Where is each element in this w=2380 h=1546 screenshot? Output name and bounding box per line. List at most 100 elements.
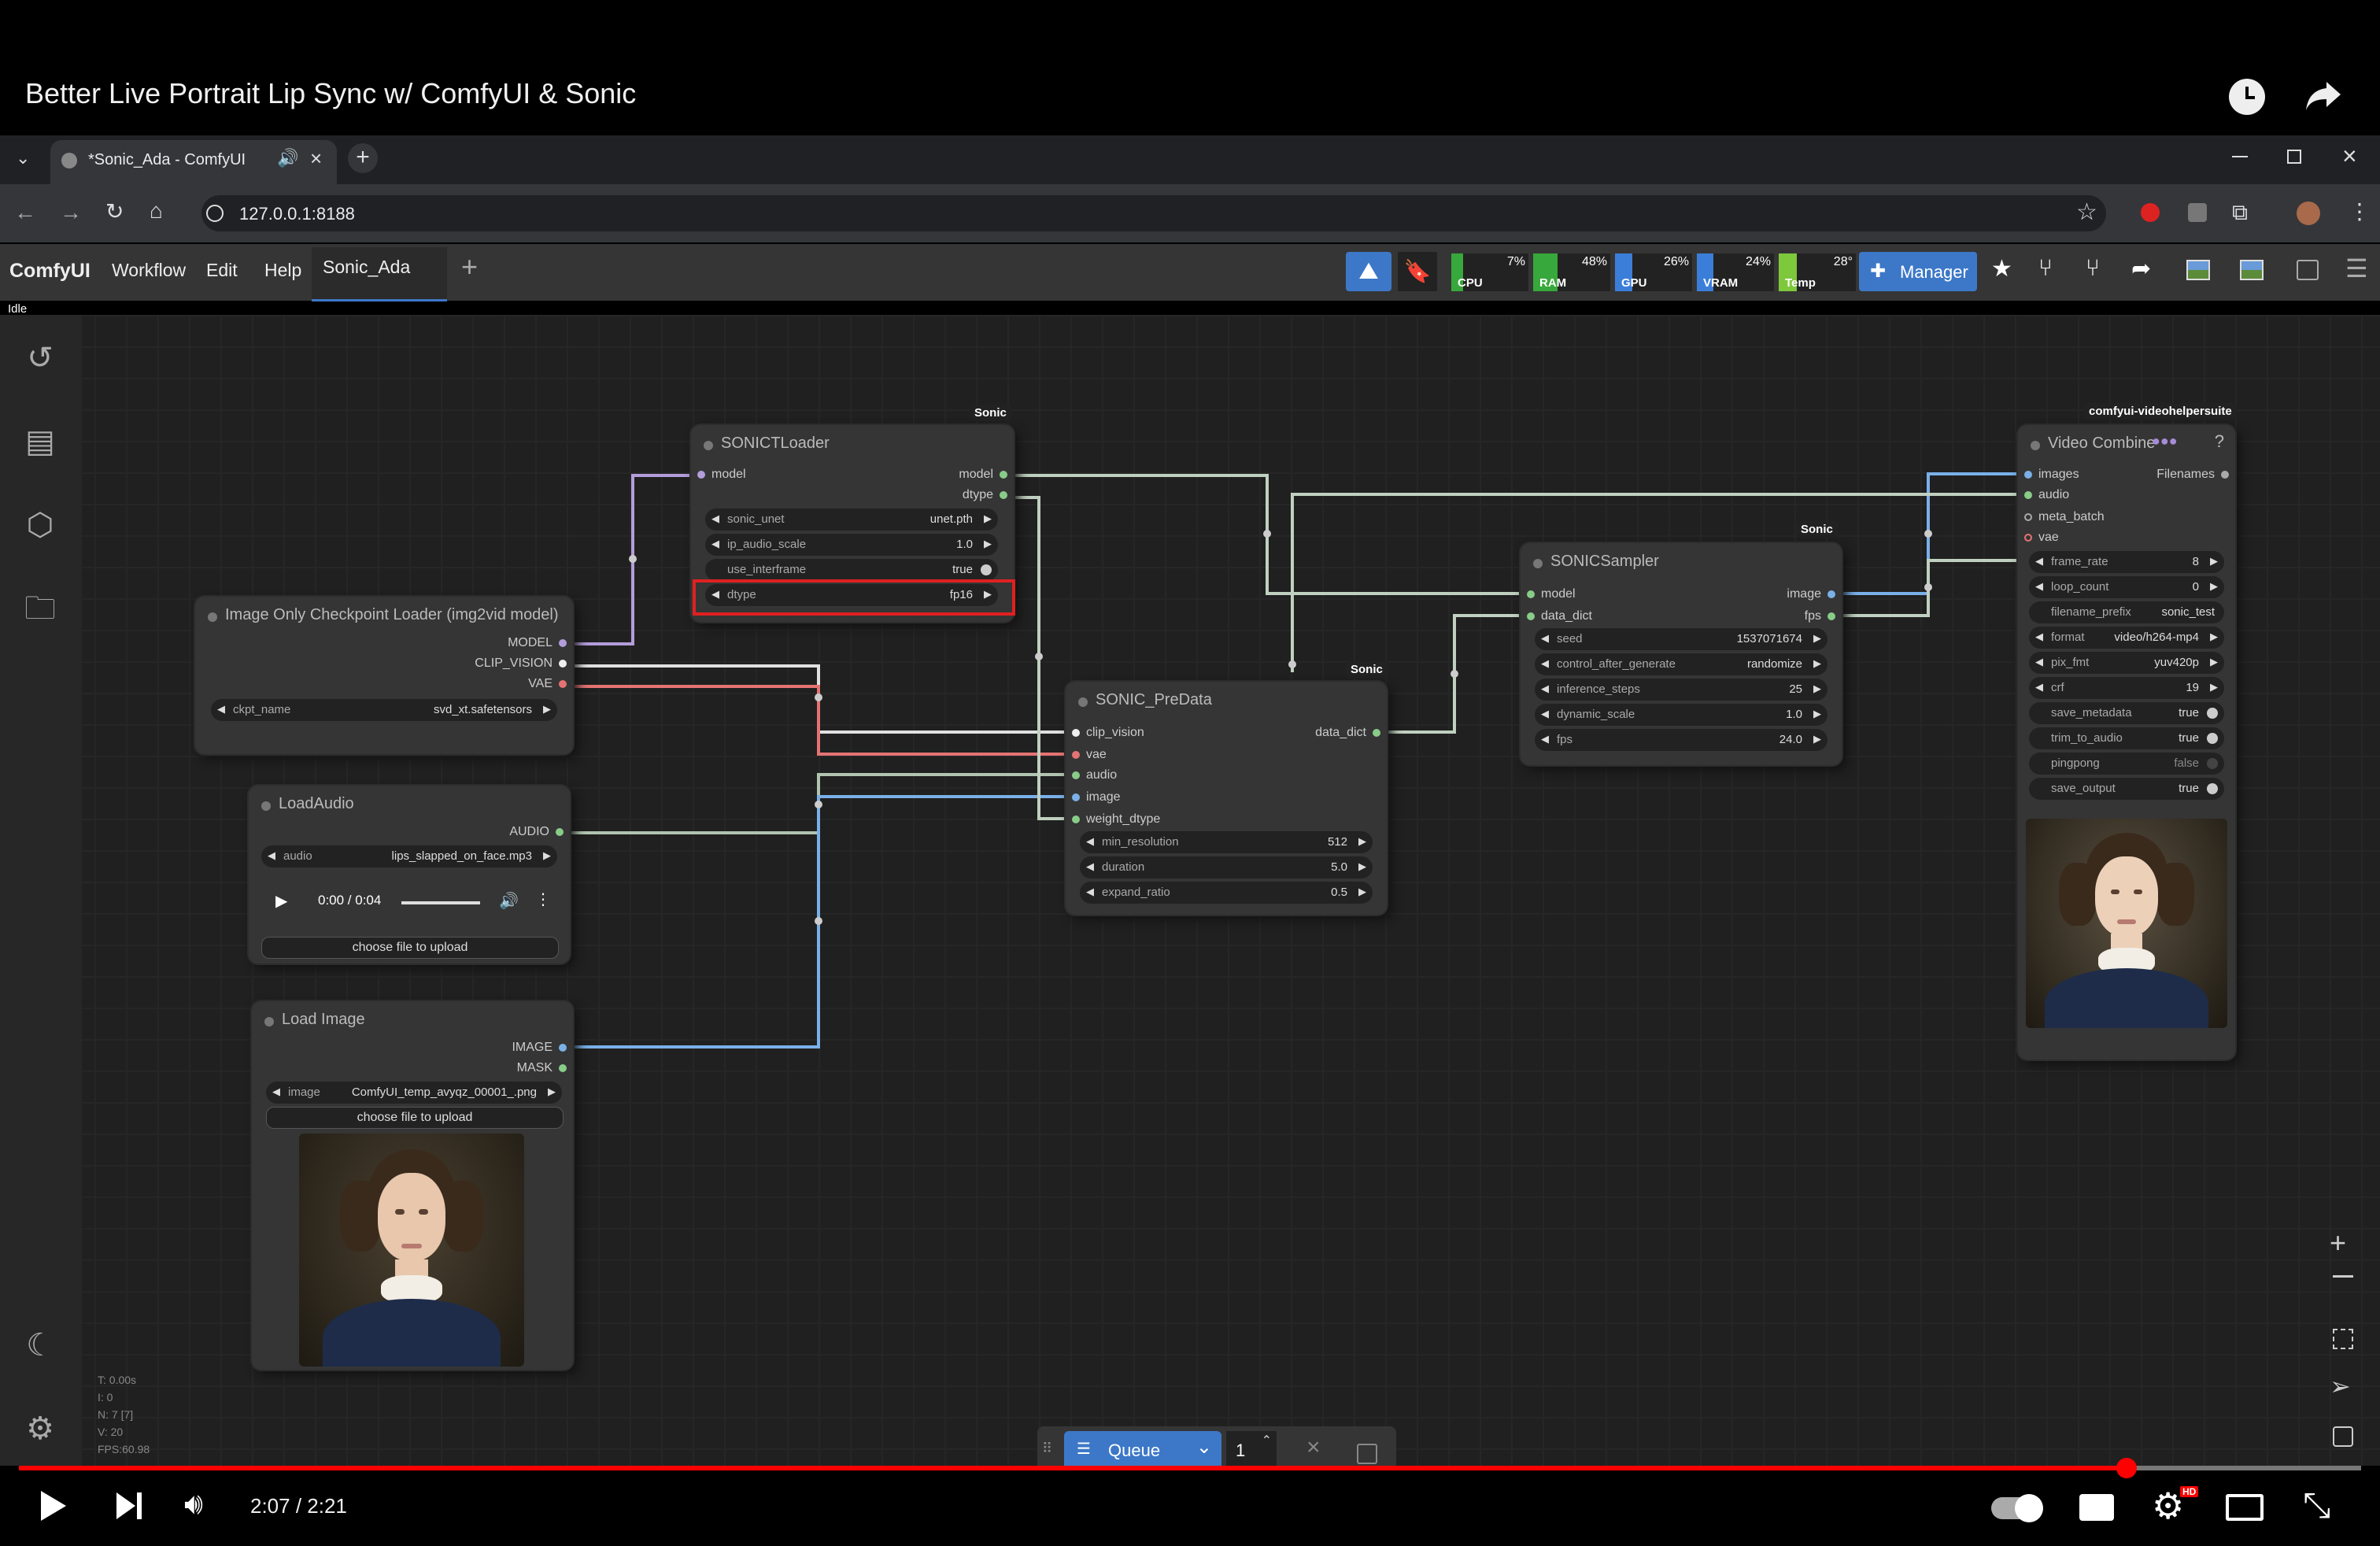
minimap-icon[interactable]	[2333, 1426, 2353, 1447]
input-port[interactable]	[1527, 612, 1535, 620]
node-badge-icons: ●●●	[2152, 433, 2178, 449]
collapse-dot[interactable]	[1533, 559, 1543, 568]
input-port[interactable]	[1527, 590, 1535, 598]
batch-count-input[interactable]: 1 ⌃	[1226, 1431, 1277, 1466]
output-port[interactable]	[559, 1044, 567, 1052]
stepper-icon[interactable]: ⌃	[1262, 1433, 1272, 1448]
next-icon[interactable]	[113, 1491, 145, 1521]
input-port[interactable]	[2024, 534, 2032, 542]
widget-filename-prefix[interactable]: filename_prefix sonic_test	[2029, 601, 2224, 623]
output-label: Filenames	[2156, 468, 2215, 481]
widget-crf[interactable]: ◀ crf 19 ▶	[2029, 677, 2224, 699]
volume-icon[interactable]: 🔊	[499, 891, 519, 911]
select-mode-icon[interactable]: ➢	[2330, 1371, 2351, 1401]
zoom-in-icon[interactable]: +	[2330, 1226, 2346, 1259]
clear-queue-icon[interactable]	[1357, 1444, 1377, 1464]
output-port[interactable]	[1373, 729, 1380, 737]
output-port[interactable]	[559, 639, 567, 647]
widget-pix-fmt[interactable]: ◀ pix_fmt yuv420p ▶	[2029, 652, 2224, 674]
input-label: audio	[2038, 488, 2070, 501]
node-sonic-predata[interactable]: SONIC_PreData clip_vision vae audio imag…	[1066, 682, 1387, 915]
widget-loop-count[interactable]: ◀ loop_count 0 ▶	[2029, 576, 2224, 598]
collapse-dot[interactable]	[2031, 441, 2040, 450]
output-port[interactable]	[1000, 491, 1007, 499]
widget-save-metadata[interactable]: save_metadata true	[2029, 702, 2224, 724]
audio-seek-bar[interactable]	[401, 901, 480, 904]
video-preview[interactable]	[2026, 819, 2227, 1028]
widget-ckpt-name[interactable]: ◀ ckpt_name svd_xt.safetensors ▶	[211, 699, 557, 721]
node-video-combine[interactable]: Video Combine ●●● ? images audio meta_ba…	[2018, 425, 2235, 1060]
input-port[interactable]	[1072, 793, 1080, 801]
input-port[interactable]	[2024, 471, 2032, 479]
widget-sonic-unet[interactable]: ◀ sonic_unet unet.pth ▶	[705, 509, 998, 531]
upload-audio-button[interactable]: choose file to upload	[261, 937, 559, 959]
play-icon[interactable]	[36, 1488, 69, 1524]
widget-fps[interactable]: ◀ fps 24.0 ▶	[1535, 729, 1828, 751]
widget-duration[interactable]: ◀ duration 5.0 ▶	[1080, 856, 1373, 878]
node-title: SONIC_PreData	[1096, 691, 1212, 708]
output-port[interactable]	[2221, 471, 2229, 479]
output-port[interactable]	[556, 828, 564, 836]
widget-use-interframe[interactable]: use_interframe true	[705, 559, 998, 581]
input-port[interactable]	[2024, 513, 2032, 521]
input-label: meta_batch	[2038, 510, 2105, 523]
cancel-queue-icon[interactable]: ×	[1306, 1434, 1321, 1461]
subtitles-icon[interactable]	[2079, 1494, 2114, 1521]
help-icon[interactable]: ?	[2215, 431, 2224, 452]
output-port[interactable]	[1828, 590, 1835, 598]
widget-control-after-generate[interactable]: ◀ control_after_generate randomize ▶	[1535, 653, 1828, 675]
output-label: MODEL	[508, 636, 552, 649]
output-port[interactable]	[1000, 471, 1007, 479]
audio-player[interactable]: ▶ 0:00 / 0:04 🔊 ⋮	[261, 880, 557, 923]
input-port[interactable]	[2024, 491, 2032, 499]
widget-ip-audio-scale[interactable]: ◀ ip_audio_scale 1.0 ▶	[705, 534, 998, 556]
collapse-dot[interactable]	[704, 441, 713, 450]
more-options-icon[interactable]: ⋮	[535, 890, 551, 909]
scrubber-handle[interactable]	[2116, 1458, 2137, 1478]
output-port[interactable]	[559, 660, 567, 668]
collapse-dot[interactable]	[264, 1017, 274, 1026]
widget-trim-to-audio[interactable]: trim_to_audio true	[2029, 727, 2224, 749]
input-port[interactable]	[1072, 771, 1080, 779]
input-label: model	[711, 468, 746, 481]
output-port[interactable]	[1828, 612, 1835, 620]
audio-time: 0:00 / 0:04	[318, 893, 382, 908]
widget-image[interactable]: ◀ image ComfyUI_temp_avyqz_00001_.png ▶	[266, 1082, 562, 1104]
zoom-out-icon[interactable]	[2333, 1275, 2353, 1278]
output-port[interactable]	[559, 1064, 567, 1072]
drag-handle-icon[interactable]: ⠿	[1042, 1441, 1052, 1457]
cast-icon[interactable]	[2226, 1494, 2264, 1521]
widget-dynamic-scale[interactable]: ◀ dynamic_scale 1.0 ▶	[1535, 704, 1828, 726]
widget-seed[interactable]: ◀ seed 1537071674 ▶	[1535, 628, 1828, 650]
fit-view-icon[interactable]	[2333, 1329, 2353, 1349]
queue-dropdown-icon[interactable]: ⌄	[1196, 1436, 1212, 1459]
output-label: MASK	[516, 1061, 552, 1074]
input-label: vae	[1086, 748, 1107, 761]
widget-expand-ratio[interactable]: ◀ expand_ratio 0.5 ▶	[1080, 882, 1373, 904]
collapse-dot[interactable]	[261, 801, 271, 811]
widget-save-output[interactable]: save_output true	[2029, 778, 2224, 800]
input-port[interactable]	[1072, 816, 1080, 823]
widget-format[interactable]: ◀ format video/h264-mp4 ▶	[2029, 627, 2224, 649]
widget-audio[interactable]: ◀ audio lips_slapped_on_face.mp3 ▶	[261, 845, 557, 867]
node-sonic-sampler[interactable]: SONICSampler model data_dict image fps ◀…	[1521, 543, 1842, 765]
input-port[interactable]	[697, 471, 705, 479]
collapse-dot[interactable]	[1078, 697, 1088, 707]
input-port[interactable]	[1072, 729, 1080, 737]
widget-inference-steps[interactable]: ◀ inference_steps 25 ▶	[1535, 679, 1828, 701]
node-load-image[interactable]: Load Image IMAGE MASK ◀ image ComfyUI_temp…	[252, 1001, 573, 1370]
collapse-dot[interactable]	[208, 612, 217, 622]
volume-icon[interactable]: 🔊︎	[184, 1488, 203, 1522]
node-load-audio[interactable]: LoadAudio AUDIO ◀ audio lips_slapped_on_fa…	[249, 786, 570, 963]
play-icon[interactable]: ▶	[275, 891, 287, 911]
input-port[interactable]	[1072, 751, 1080, 759]
node-checkpoint-loader[interactable]: Image Only Checkpoint Loader (img2vid mo…	[195, 597, 573, 754]
upload-image-button[interactable]: choose file to upload	[266, 1107, 564, 1129]
output-port[interactable]	[559, 680, 567, 688]
queue-button[interactable]: ☰ Queue ⌄	[1064, 1431, 1221, 1466]
widget-min-resolution[interactable]: ◀ min_resolution 512 ▶	[1080, 831, 1373, 853]
widget-pingpong[interactable]: pingpong false	[2029, 753, 2224, 775]
autoplay-toggle[interactable]	[1991, 1494, 2043, 1522]
widget-frame-rate[interactable]: ◀ frame_rate 8 ▶	[2029, 551, 2224, 573]
exit-fullscreen-icon[interactable]: ⤡	[2303, 1486, 2330, 1526]
